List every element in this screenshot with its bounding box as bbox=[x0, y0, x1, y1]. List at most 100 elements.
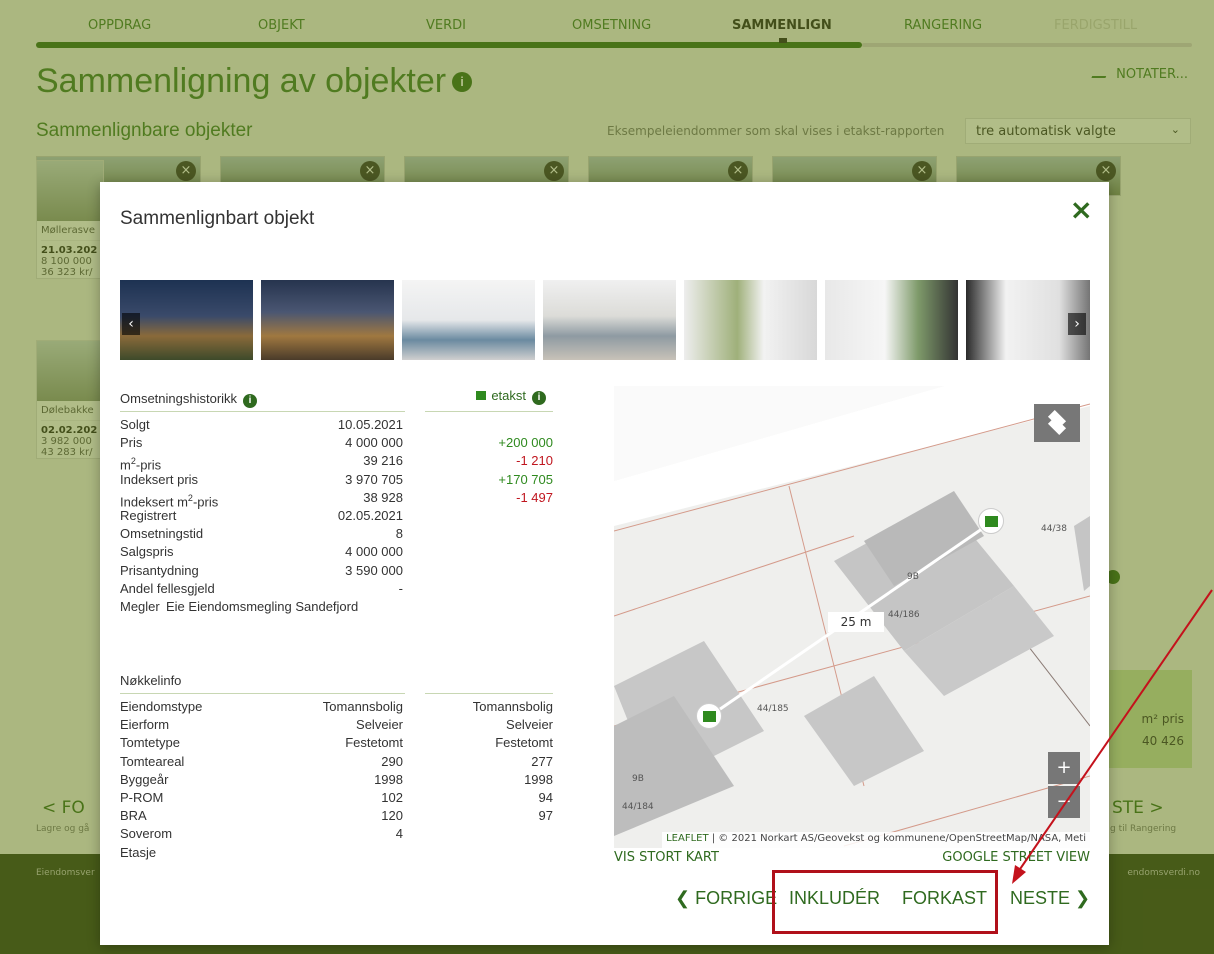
row-value: 3 970 705 bbox=[345, 471, 403, 487]
row-value: - bbox=[398, 580, 403, 596]
row-label: Prisantydning bbox=[120, 562, 199, 578]
row-value: 10.05.2021 bbox=[337, 417, 403, 432]
table-row: m2-pris 39 216 -1 210 bbox=[120, 452, 560, 472]
big-map-link[interactable]: VIS STORT KART bbox=[614, 850, 719, 865]
close-icon[interactable]: × bbox=[1070, 196, 1093, 224]
table-row: Tomteareal 290 277 bbox=[120, 753, 560, 771]
row-etakst-value: -1 497 bbox=[516, 489, 553, 505]
photo-gallery[interactable] bbox=[120, 280, 1090, 360]
row-label: Pris bbox=[120, 435, 143, 451]
history-rows: Solgt 10.05.2021 Pris 4 000 000 +200 000 m2-p… bbox=[120, 416, 560, 598]
map-attribution: LEAFLET | © 2021 Norkart AS/Geovekst og … bbox=[662, 832, 1090, 848]
row-value: 8 bbox=[395, 526, 403, 542]
table-row: Soverom 4 bbox=[120, 825, 560, 843]
row-label: Tomteareal bbox=[120, 753, 185, 769]
row-etakst-value: Festetomt bbox=[495, 735, 553, 751]
row-value: 4 000 000 bbox=[345, 544, 403, 560]
etakst-header: etakst i bbox=[425, 388, 553, 412]
table-row: P-ROM 102 94 bbox=[120, 789, 560, 807]
sales-history-table: Omsetningshistorikk i etakst i Solgt 10.05.… bbox=[120, 388, 560, 616]
megler-value: Eie Eiendomsmegling Sandefjord bbox=[166, 598, 359, 614]
row-value: 1998 bbox=[374, 771, 403, 787]
row-label: Omsetningstid bbox=[120, 526, 204, 542]
table-row: Eiendomstype Tomannsbolig Tomannsbolig bbox=[120, 698, 560, 716]
distance-label: 25 m bbox=[828, 612, 884, 632]
row-etakst-value: 277 bbox=[531, 753, 553, 769]
row-label: Indeksert pris bbox=[120, 471, 199, 487]
gallery-prev-arrow[interactable]: ‹ bbox=[122, 313, 140, 335]
row-label: Eierform bbox=[120, 717, 170, 733]
address-redacted bbox=[128, 232, 748, 282]
table-row: Indeksert pris 3 970 705 +170 705 bbox=[120, 471, 560, 489]
row-label: Byggeår bbox=[120, 771, 169, 787]
table-row: Registrert 02.05.2021 bbox=[120, 507, 560, 525]
row-label: Soverom bbox=[120, 826, 173, 842]
row-value: 38 928 bbox=[363, 489, 403, 505]
row-label: Eiendomstype bbox=[120, 699, 203, 714]
zoom-in-button[interactable]: + bbox=[1048, 752, 1080, 784]
table-row: Prisantydning 3 590 000 bbox=[120, 562, 560, 580]
row-label: Solgt bbox=[120, 417, 150, 432]
row-value: 290 bbox=[381, 753, 403, 769]
table-row: Indeksert m2-pris 38 928 -1 497 bbox=[120, 489, 560, 509]
key-rows: Eiendomstype Tomannsbolig Tomannsbolig Eier… bbox=[120, 698, 560, 862]
table-row: Pris 4 000 000 +200 000 bbox=[120, 434, 560, 452]
row-etakst-value: 94 bbox=[538, 789, 553, 805]
house-pin-icon[interactable] bbox=[696, 703, 722, 729]
row-label: P-ROM bbox=[120, 789, 164, 805]
gallery-photo[interactable] bbox=[402, 280, 539, 360]
row-label: Registrert bbox=[120, 507, 177, 523]
row-value: 120 bbox=[381, 808, 403, 824]
key-info-table: Nøkkelinfo Eiendomstype Tomannsbolig Toman… bbox=[120, 670, 560, 862]
row-label: BRA bbox=[120, 808, 147, 824]
row-label: Tomtetype bbox=[120, 735, 180, 751]
gallery-photo[interactable] bbox=[120, 280, 257, 360]
key-info-header: Nøkkelinfo bbox=[120, 670, 405, 694]
row-etakst-value: Selveier bbox=[506, 717, 553, 733]
table-row: Salgspris 4 000 000 bbox=[120, 543, 560, 561]
row-etakst-value: +170 705 bbox=[498, 471, 553, 487]
comparable-object-modal: Sammenlignbart objekt × ‹ › Omsetningshi… bbox=[100, 182, 1109, 945]
row-value: 4 000 000 bbox=[345, 435, 403, 451]
house-pin-icon[interactable] bbox=[978, 508, 1004, 534]
row-value: 102 bbox=[381, 789, 403, 805]
row-value: Tomannsbolig bbox=[322, 699, 403, 714]
table-row: Megler Eie Eiendomsmegling Sandefjord bbox=[120, 598, 359, 614]
table-row: Andel fellesgjeld - bbox=[120, 580, 560, 598]
row-etakst-value: Tomannsbolig bbox=[472, 699, 553, 714]
row-etakst-value: 97 bbox=[538, 808, 553, 824]
gallery-photo[interactable] bbox=[684, 280, 821, 360]
highlight-box bbox=[772, 870, 998, 934]
row-value: Selveier bbox=[356, 717, 403, 733]
row-value: 02.05.2021 bbox=[337, 507, 403, 523]
leaflet-link[interactable]: LEAFLET bbox=[666, 833, 708, 844]
table-row: Byggeår 1998 1998 bbox=[120, 771, 560, 789]
gallery-photo[interactable] bbox=[261, 280, 398, 360]
row-etakst-value: 1998 bbox=[524, 771, 553, 787]
key-info-header-right bbox=[425, 670, 553, 694]
house-icon bbox=[476, 391, 487, 400]
gallery-photo[interactable] bbox=[825, 280, 962, 360]
gallery-photo[interactable] bbox=[543, 280, 680, 360]
gallery-next-arrow[interactable]: › bbox=[1068, 313, 1086, 335]
zoom-out-button[interactable]: − bbox=[1048, 786, 1080, 818]
table-row: Etasje bbox=[120, 844, 560, 862]
row-label: Andel fellesgjeld bbox=[120, 580, 215, 596]
previous-button[interactable]: ❮ FORRIGE bbox=[675, 888, 777, 909]
row-value: Festetomt bbox=[345, 735, 403, 751]
table-row: BRA 120 97 bbox=[120, 807, 560, 825]
street-view-link[interactable]: GOOGLE STREET VIEW bbox=[942, 850, 1090, 865]
map[interactable]: 44/38 9B 44/186 44/185 9B 44/184 25 m + … bbox=[614, 386, 1090, 848]
layers-icon[interactable] bbox=[1034, 404, 1080, 442]
table-row: Solgt 10.05.2021 bbox=[120, 416, 560, 434]
modal-title: Sammenlignbart objekt bbox=[120, 208, 315, 229]
next-button[interactable]: NESTE ❯ bbox=[1010, 888, 1090, 909]
info-icon[interactable]: i bbox=[243, 394, 258, 408]
row-value: 39 216 bbox=[363, 453, 403, 469]
table-row: Eierform Selveier Selveier bbox=[120, 716, 560, 734]
info-icon[interactable]: i bbox=[532, 391, 546, 405]
row-etakst-value: -1 210 bbox=[516, 453, 553, 469]
row-label: Etasje bbox=[120, 844, 157, 860]
table-row: Tomtetype Festetomt Festetomt bbox=[120, 734, 560, 752]
row-value: 4 bbox=[395, 826, 403, 842]
